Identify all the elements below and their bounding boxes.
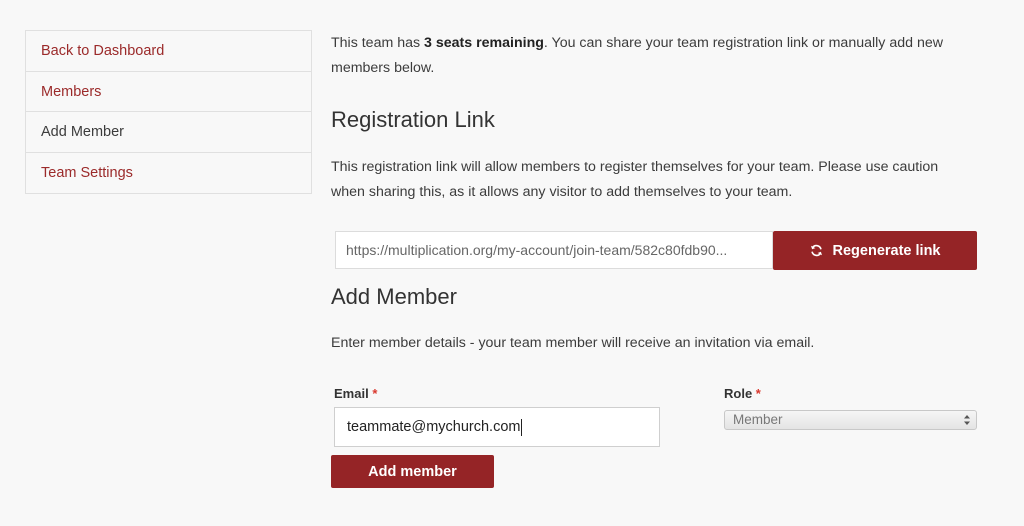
sidebar-item-team-settings[interactable]: Team Settings [26, 153, 311, 194]
registration-link-description: This registration link will allow member… [331, 159, 939, 200]
seats-intro-text: This team has 3 seats remaining. You can… [331, 31, 971, 81]
account-sidebar: Back to Dashboard Members Add Member Tea… [25, 30, 312, 194]
role-select[interactable]: Member [724, 410, 977, 430]
seats-remaining: 3 seats remaining [424, 35, 544, 51]
email-label: Email * [334, 386, 377, 401]
select-arrows-icon [963, 413, 971, 427]
role-required-mark: * [755, 386, 761, 401]
email-required-mark: * [372, 386, 378, 401]
email-field[interactable]: teammate@mychurch.com [334, 407, 660, 447]
registration-link-heading: Registration Link [331, 107, 495, 132]
role-label: Role * [724, 386, 761, 401]
refresh-icon [810, 244, 823, 257]
add-member-heading: Add Member [331, 284, 457, 309]
text-caret [521, 418, 523, 436]
sidebar-item-add-member[interactable]: Add Member [26, 112, 311, 153]
role-selected-value: Member [733, 412, 783, 427]
sidebar-item-members[interactable]: Members [26, 72, 311, 112]
registration-link-field[interactable]: https://multiplication.org/my-account/jo… [335, 231, 773, 269]
sidebar-item-back-to-dashboard[interactable]: Back to Dashboard [26, 31, 311, 72]
regenerate-link-label: Regenerate link [832, 242, 941, 259]
intro-prefix: This team has [331, 35, 425, 51]
email-value: teammate@mychurch.com [347, 419, 521, 435]
add-member-description: Enter member details - your team member … [331, 335, 815, 351]
role-label-text: Role [724, 386, 753, 401]
regenerate-link-button[interactable]: Regenerate link [773, 231, 977, 270]
add-member-button[interactable]: Add member [331, 455, 494, 488]
email-label-text: Email [334, 386, 369, 401]
